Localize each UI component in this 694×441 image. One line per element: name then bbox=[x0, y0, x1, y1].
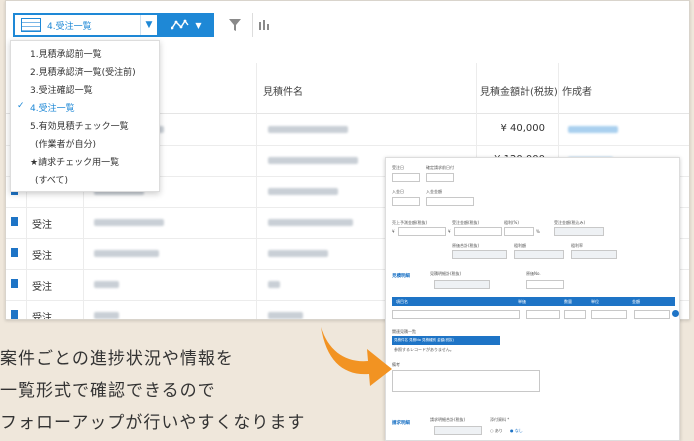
percent-unit: % bbox=[536, 229, 540, 234]
view-menu-item[interactable]: (すべて) bbox=[35, 173, 68, 186]
filter-button[interactable] bbox=[224, 13, 246, 37]
list-toolbar: 4.受注一覧 ▼ ▼ bbox=[6, 1, 689, 41]
payment-date-input[interactable] bbox=[392, 197, 420, 206]
col-header-amount[interactable]: 見積金額計(税抜) bbox=[480, 83, 558, 98]
record-form-panel: 受注日 確定請求前日付 入金日 入金金額 売上予測金額(税抜) 受注金額(税抜)… bbox=[385, 157, 680, 441]
billing-date-input[interactable] bbox=[426, 173, 454, 182]
view-menu-item[interactable]: 1.見積承認前一覧 bbox=[30, 47, 102, 60]
column-settings-button[interactable] bbox=[252, 13, 275, 37]
form-label: 受注金額(税抜) bbox=[452, 220, 480, 225]
document-icon bbox=[11, 279, 18, 288]
view-menu-item[interactable]: ★請求チェック用一覧 bbox=[30, 155, 119, 168]
item-name-input[interactable] bbox=[392, 310, 520, 319]
col-header-author[interactable]: 作成者 bbox=[562, 83, 592, 98]
form-label: 受注日 bbox=[392, 165, 404, 170]
forecast-amount-input[interactable] bbox=[398, 227, 446, 236]
type-cell: 受注 bbox=[32, 220, 52, 231]
caption-line: 一覧形式で確認できるので bbox=[0, 381, 216, 401]
caption-line: フォローアップが行いやすくなります bbox=[0, 413, 306, 433]
order-amount-tax-field bbox=[554, 227, 604, 236]
section-title: 請求明細 bbox=[392, 421, 410, 426]
radio-no[interactable]: ● なし bbox=[510, 428, 523, 434]
section-title: 見積明細 bbox=[392, 274, 410, 279]
order-date-input[interactable] bbox=[392, 173, 420, 182]
form-label: 請求明細合計(税抜) bbox=[430, 417, 466, 422]
form-label: 原価合計(税抜) bbox=[452, 243, 480, 248]
form-label: 確定請求前日付 bbox=[426, 165, 454, 170]
column-label: 数量 bbox=[564, 299, 572, 304]
column-label: 金額 bbox=[632, 299, 640, 304]
form-label: 売上予測金額(税抜) bbox=[392, 220, 428, 225]
billing-detail-total bbox=[434, 426, 482, 435]
add-row-icon[interactable] bbox=[672, 310, 679, 317]
view-dropdown-menu: 1.見積承認前一覧 2.見積承認済一覧(受注前) 3.受注確認一覧 ✓ 4.受注… bbox=[10, 40, 160, 192]
radio-label: なし bbox=[514, 428, 523, 433]
table-icon bbox=[21, 18, 41, 32]
columns-icon bbox=[259, 20, 269, 30]
quantity-input[interactable] bbox=[564, 310, 586, 319]
line-chart-icon bbox=[171, 19, 189, 30]
margin-percent-input[interactable] bbox=[504, 227, 534, 236]
estimate-detail-total bbox=[434, 280, 490, 289]
view-menu-item[interactable]: 5.有効見積チェック一覧 bbox=[30, 119, 129, 132]
view-selector[interactable]: 4.受注一覧 ▼ bbox=[13, 13, 159, 37]
column-label: 項目名 bbox=[396, 299, 408, 304]
caption-line: 案件ごとの進捗状況や情報を bbox=[0, 349, 234, 369]
col-header-name[interactable]: 見積件名 bbox=[263, 83, 303, 98]
chart-button[interactable]: ▼ bbox=[159, 13, 214, 37]
form-label: 関連見積一覧 bbox=[392, 329, 416, 334]
form-label: 添付資料 * bbox=[490, 417, 510, 422]
cost-no-input[interactable] bbox=[526, 280, 564, 289]
view-menu-item[interactable]: 3.受注確認一覧 bbox=[30, 83, 93, 96]
document-icon bbox=[11, 310, 18, 319]
yen-unit: ¥ bbox=[448, 229, 451, 234]
view-menu-item[interactable]: 2.見積承認済一覧(受注前) bbox=[30, 65, 136, 78]
cost-total-field bbox=[452, 250, 507, 259]
form-label: 入金日 bbox=[392, 189, 404, 194]
form-label: 粗利額 bbox=[514, 243, 526, 248]
gross-profit-field bbox=[514, 250, 564, 259]
column-label: 見積件名 見積No 見積種別 金額(税抜) bbox=[394, 338, 454, 342]
view-menu-item-selected[interactable]: 4.受注一覧 bbox=[30, 101, 75, 114]
gross-margin-field bbox=[571, 250, 617, 259]
radio-label: あり bbox=[494, 428, 503, 433]
order-amount-input[interactable] bbox=[454, 227, 502, 236]
form-label: 見積明細計(税抜) bbox=[430, 271, 462, 276]
form-label: 粗利(%) bbox=[504, 220, 519, 225]
unit-select[interactable] bbox=[591, 310, 627, 319]
column-label: 単価 bbox=[518, 299, 526, 304]
form-label: 入金金額 bbox=[426, 189, 442, 194]
view-selector-label: 4.受注一覧 bbox=[47, 21, 92, 32]
payment-amount-input[interactable] bbox=[426, 197, 474, 206]
document-icon bbox=[11, 217, 18, 226]
amount-cell: ¥ 40,000 bbox=[500, 123, 545, 134]
type-cell: 受注 bbox=[32, 282, 52, 293]
document-icon bbox=[11, 248, 18, 257]
radio-yes[interactable]: ○ あり bbox=[490, 428, 503, 434]
chart-chevron-icon: ▼ bbox=[195, 20, 202, 30]
check-icon: ✓ bbox=[17, 101, 25, 111]
view-menu-item[interactable]: (作業者が自分) bbox=[35, 137, 96, 150]
type-cell: 受注 bbox=[32, 251, 52, 262]
chevron-down-icon[interactable]: ▼ bbox=[140, 15, 157, 35]
column-label: 単位 bbox=[591, 299, 599, 304]
line-amount-input[interactable] bbox=[634, 310, 670, 319]
funnel-icon bbox=[229, 19, 241, 31]
arrow-graphic bbox=[321, 327, 392, 386]
yen-unit: ¥ bbox=[392, 229, 395, 234]
type-cell: 受注 bbox=[32, 313, 52, 320]
form-label: 受注金額(税込み) bbox=[554, 220, 586, 225]
memo-textarea[interactable] bbox=[392, 370, 540, 392]
empty-message: 参照するレコードがありません。 bbox=[394, 347, 454, 352]
unit-price-input[interactable] bbox=[526, 310, 560, 319]
form-label: 原価No. bbox=[526, 271, 541, 276]
form-label: 粗利率 bbox=[571, 243, 583, 248]
